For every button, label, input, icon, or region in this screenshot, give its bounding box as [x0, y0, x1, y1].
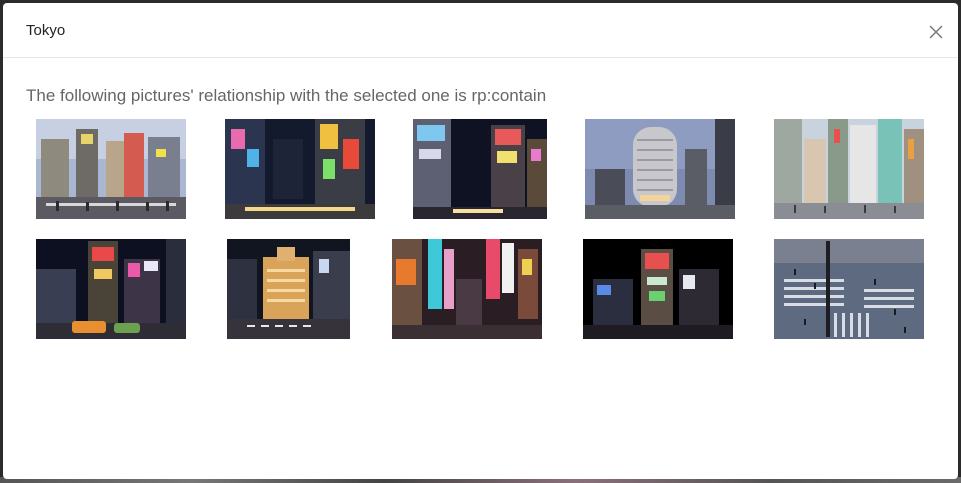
tokyo-photo-5[interactable]	[774, 119, 924, 219]
image-relationship-dialog: Tokyo The following pictures' relationsh…	[3, 3, 958, 479]
dialog-title: Tokyo	[26, 22, 66, 39]
tokyo-photo-10[interactable]	[774, 239, 924, 339]
tokyo-photo-8[interactable]	[392, 239, 542, 339]
tokyo-photo-3[interactable]	[413, 119, 547, 219]
close-icon[interactable]	[928, 24, 944, 40]
tokyo-photo-1[interactable]	[36, 119, 186, 219]
tokyo-photo-4[interactable]	[585, 119, 735, 219]
tokyo-photo-2[interactable]	[225, 119, 375, 219]
tokyo-photo-7[interactable]	[227, 239, 350, 339]
tokyo-photo-9[interactable]	[583, 239, 733, 339]
relationship-description: The following pictures' relationship wit…	[26, 86, 547, 105]
tokyo-photo-6[interactable]	[36, 239, 186, 339]
dialog-header: Tokyo	[3, 3, 958, 58]
